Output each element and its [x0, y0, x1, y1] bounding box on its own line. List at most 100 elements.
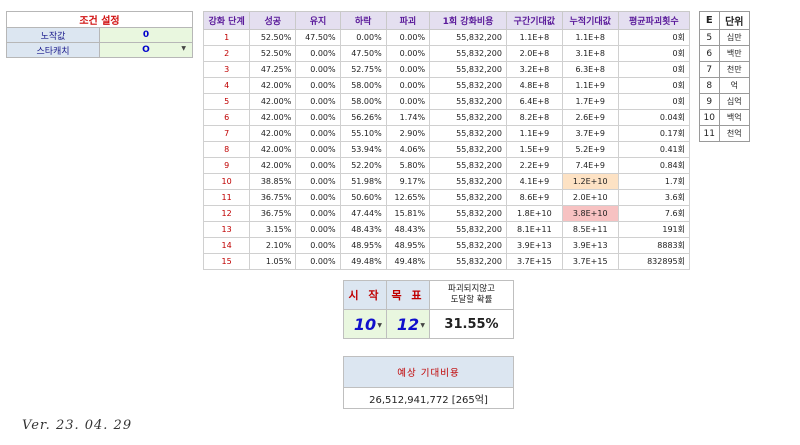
unit-exponent: 10 — [699, 109, 720, 126]
table-row: 5 42.00% 0.00% 58.00% 0.00% 55,832,200 6.4E+8 1… — [202, 93, 691, 110]
cell-drop: 48.43% — [339, 221, 387, 238]
goal-label: 목 표 — [386, 280, 430, 310]
start-label: 시 작 — [343, 280, 387, 310]
cell-destroy: 49.48% — [385, 253, 431, 270]
cell-destroy: 15.81% — [385, 205, 431, 222]
starcatch-select[interactable]: O ▼ — [99, 42, 193, 58]
table-row: 4 42.00% 0.00% 58.00% 0.00% 55,832,200 4.8E+8 1… — [202, 77, 691, 94]
cell-section-expected: 8.6E+9 — [505, 189, 563, 206]
settings-panel: 조건 설정 노작값 0 스타캐치 O ▼ — [6, 11, 193, 58]
header-cost: 1회 강화비용 — [429, 11, 507, 30]
table-row: 9 42.00% 0.00% 52.20% 5.80% 55,832,200 2.2E+9 7… — [202, 157, 691, 174]
cell-drop: 48.95% — [339, 237, 387, 254]
cell-cumulative-expected: 1.1E+8 — [561, 29, 619, 46]
cell-section-expected: 6.4E+8 — [505, 93, 563, 110]
calculator-panel: 시 작 목 표 파괴되지않고 도달할 확률 10 ▼ 12 ▼ 31.55% — [343, 280, 514, 339]
chevron-down-icon[interactable]: ▼ — [181, 45, 186, 52]
cell-keep: 0.00% — [295, 93, 341, 110]
unit-header-unit: 단위 — [718, 11, 751, 30]
cell-success: 42.00% — [249, 93, 297, 110]
cell-cost: 55,832,200 — [429, 253, 507, 270]
unit-name: 천억 — [718, 125, 751, 142]
cell-section-expected: 1.1E+8 — [505, 29, 563, 46]
cell-drop: 52.75% — [339, 61, 387, 78]
cell-cost: 55,832,200 — [429, 221, 507, 238]
start-select[interactable]: 10 ▼ — [343, 309, 387, 339]
table-row: 3 47.25% 0.00% 52.75% 0.00% 55,832,200 3.2E+8 6… — [202, 61, 691, 78]
cell-cost: 55,832,200 — [429, 45, 507, 62]
cell-success: 38.85% — [249, 173, 297, 190]
unit-row: 5 십만 — [699, 29, 751, 46]
setting-value-nojak[interactable]: 0 — [99, 27, 193, 43]
table-row: 8 42.00% 0.00% 53.94% 4.06% 55,832,200 1.5E+9 5… — [202, 141, 691, 158]
cell-avg-destroy: 1.7회 — [617, 173, 691, 190]
chevron-down-icon[interactable]: ▼ — [377, 322, 382, 329]
unit-table: E 단위 5 십만 6 백만 7 천만 8 억 9 십억 10 백억 11 천억 — [699, 11, 751, 142]
cell-keep: 0.00% — [295, 77, 341, 94]
chevron-down-icon[interactable]: ▼ — [420, 322, 425, 329]
cell-keep: 0.00% — [295, 125, 341, 142]
unit-header-row: E 단위 — [699, 11, 751, 30]
expected-cost-label: 예상 기대비용 — [343, 356, 514, 388]
cell-stage: 2 — [202, 45, 251, 62]
expected-cost-panel: 예상 기대비용 26,512,941,772 [265억] — [343, 356, 514, 409]
cell-section-expected: 3.7E+15 — [505, 253, 563, 270]
cell-keep: 0.00% — [295, 141, 341, 158]
unit-row: 10 백억 — [699, 109, 751, 126]
cell-drop: 53.94% — [339, 141, 387, 158]
table-row: 14 2.10% 0.00% 48.95% 48.95% 55,832,200 3.9E+1… — [202, 237, 691, 254]
cell-stage: 8 — [202, 141, 251, 158]
cell-avg-destroy: 3.6회 — [617, 189, 691, 206]
unit-exponent: 11 — [699, 125, 720, 142]
header-drop: 하락 — [339, 11, 387, 30]
header-destroy: 파괴 — [385, 11, 431, 30]
cell-cumulative-expected: 6.3E+8 — [561, 61, 619, 78]
header-cumulative-expected: 누적기대값 — [561, 11, 619, 30]
unit-row: 6 백만 — [699, 45, 751, 62]
cell-success: 52.50% — [249, 29, 297, 46]
cell-success: 42.00% — [249, 125, 297, 142]
cell-cost: 55,832,200 — [429, 77, 507, 94]
unit-row: 11 천억 — [699, 125, 751, 142]
cell-avg-destroy: 8883회 — [617, 237, 691, 254]
cell-cumulative-expected: 7.4E+9 — [561, 157, 619, 174]
header-stage: 강화 단계 — [202, 11, 251, 30]
cell-cumulative-expected: 3.9E+13 — [561, 237, 619, 254]
cell-cumulative-expected: 3.1E+8 — [561, 45, 619, 62]
probability-label-line1: 파괴되지않고 — [448, 284, 495, 294]
cell-drop: 51.98% — [339, 173, 387, 190]
cell-stage: 1 — [202, 29, 251, 46]
unit-header-exponent: E — [699, 11, 720, 30]
cell-cost: 55,832,200 — [429, 157, 507, 174]
cell-drop: 52.20% — [339, 157, 387, 174]
header-section-expected: 구간기대값 — [505, 11, 563, 30]
goal-select[interactable]: 12 ▼ — [386, 309, 430, 339]
cell-avg-destroy: 0.04회 — [617, 109, 691, 126]
probability-label-line2: 도달할 확률 — [450, 295, 493, 305]
table-row: 13 3.15% 0.00% 48.43% 48.43% 55,832,200 8.1E+1… — [202, 221, 691, 238]
cell-cost: 55,832,200 — [429, 61, 507, 78]
expected-cost-value: 26,512,941,772 [265억] — [343, 387, 514, 409]
cell-keep: 0.00% — [295, 173, 341, 190]
cell-destroy: 48.43% — [385, 221, 431, 238]
cell-destroy: 0.00% — [385, 61, 431, 78]
cell-avg-destroy: 0.17회 — [617, 125, 691, 142]
cell-cumulative-expected: 5.2E+9 — [561, 141, 619, 158]
cell-keep: 47.50% — [295, 29, 341, 46]
cell-keep: 0.00% — [295, 205, 341, 222]
cell-cost: 55,832,200 — [429, 29, 507, 46]
cell-success: 42.00% — [249, 157, 297, 174]
cell-avg-destroy: 0회 — [617, 45, 691, 62]
cell-drop: 50.60% — [339, 189, 387, 206]
header-avg-destroy: 평균파괴횟수 — [617, 11, 691, 30]
table-row: 15 1.05% 0.00% 49.48% 49.48% 55,832,200 3.7E+1… — [202, 253, 691, 270]
cell-stage: 7 — [202, 125, 251, 142]
cell-drop: 0.00% — [339, 29, 387, 46]
setting-label-nojak: 노작값 — [6, 27, 100, 43]
cell-stage: 5 — [202, 93, 251, 110]
unit-name: 십만 — [718, 29, 751, 46]
header-keep: 유지 — [295, 11, 341, 30]
cell-destroy: 12.65% — [385, 189, 431, 206]
cell-cumulative-expected: 3.8E+10 — [561, 205, 619, 222]
table-row: 7 42.00% 0.00% 55.10% 2.90% 55,832,200 1.1E+9 3… — [202, 125, 691, 142]
